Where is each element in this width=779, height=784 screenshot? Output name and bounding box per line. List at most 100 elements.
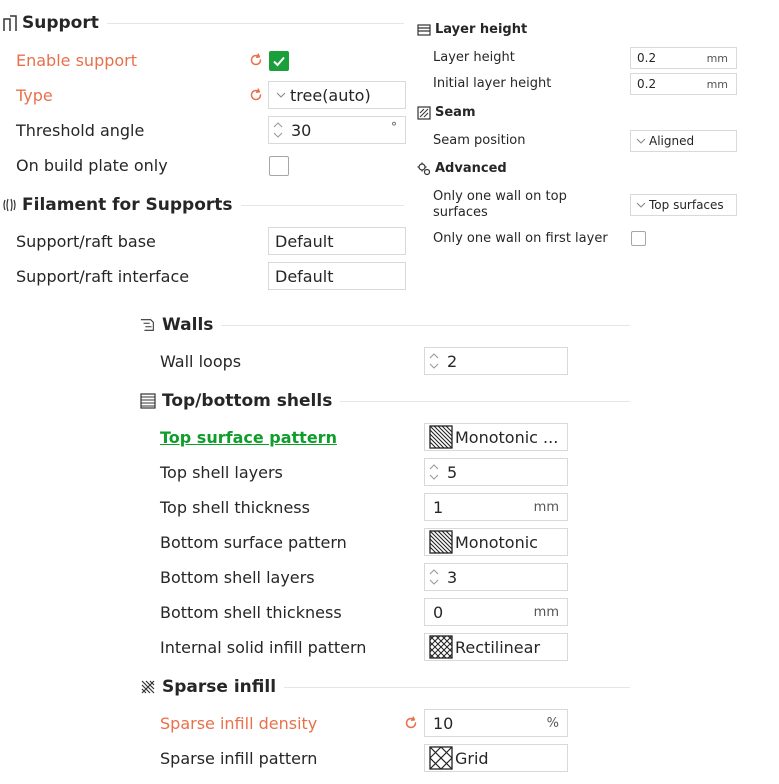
threshold-angle-input[interactable]: 30 ° (268, 116, 406, 144)
divider (284, 686, 630, 688)
support-icon (2, 15, 18, 31)
section-title: Support (22, 13, 99, 33)
bottom-shell-layers-value: 3 (447, 567, 458, 587)
initial-layer-height-input[interactable]: 0.2 mm (630, 73, 737, 95)
only-one-wall-first-layer-label: Only one wall on first layer (433, 231, 608, 246)
bottom-shell-layers-input[interactable]: 3 (424, 563, 568, 591)
support-raft-interface-value: Default (275, 266, 334, 286)
seam-icon (417, 105, 431, 120)
unit-label: ° (391, 120, 397, 134)
sparse-infill-density-value: 10 (433, 713, 454, 733)
section-title: Filament for Supports (22, 195, 233, 215)
support-raft-base-label: Support/raft base (16, 232, 156, 251)
filament-icon (2, 197, 18, 213)
bottom-shell-thickness-value: 0 (433, 602, 444, 622)
support-raft-base-select[interactable]: Default (268, 227, 406, 255)
bottom-shell-layers-label: Bottom shell layers (160, 568, 315, 587)
chevron-down-icon (636, 202, 646, 208)
layer-height-icon (417, 23, 431, 37)
unit-label: mm (706, 77, 728, 91)
threshold-angle-value: 30 (291, 120, 312, 140)
top-shell-layers-value: 5 (447, 462, 458, 482)
stepper-icon[interactable] (427, 568, 443, 586)
type-label: Type (16, 86, 53, 105)
unit-label: mm (533, 604, 559, 620)
top-surface-pattern-label[interactable]: Top surface pattern (160, 428, 337, 447)
walls-icon (140, 317, 156, 333)
unit-label: mm (706, 51, 728, 65)
section-layer-height: Layer height (417, 22, 739, 37)
internal-solid-infill-pattern-select[interactable]: Rectilinear (424, 633, 568, 661)
type-select[interactable]: tree(auto) (268, 81, 406, 109)
wall-loops-input[interactable]: 2 (424, 347, 568, 375)
enable-support-checkbox[interactable] (269, 51, 289, 71)
bottom-surface-pattern-label: Bottom surface pattern (160, 533, 347, 552)
layer-height-label: Layer height (433, 50, 515, 65)
top-surface-pattern-select[interactable]: Monotonic ... (424, 423, 568, 451)
bottom-surface-pattern-value: Monotonic (455, 532, 538, 552)
only-one-wall-top-label-line2: surfaces (433, 205, 488, 220)
divider (340, 400, 630, 402)
divider (106, 22, 404, 24)
support-raft-interface-select[interactable]: Default (268, 262, 406, 290)
stepper-icon[interactable] (427, 463, 443, 481)
type-value: tree(auto) (290, 85, 371, 105)
bottom-surface-pattern-select[interactable]: Monotonic (424, 528, 568, 556)
bottom-shell-thickness-input[interactable]: 0 mm (424, 598, 568, 626)
section-title: Walls (162, 315, 214, 335)
top-shell-thickness-value: 1 (433, 497, 444, 517)
shells-icon (140, 393, 156, 409)
threshold-angle-label: Threshold angle (16, 121, 145, 140)
monotonic-pattern-icon (429, 530, 453, 554)
section-title: Advanced (435, 161, 507, 176)
divider (240, 204, 404, 206)
layer-height-input[interactable]: 0.2 mm (630, 47, 737, 69)
initial-layer-height-label: Initial layer height (433, 76, 552, 91)
stepper-icon[interactable] (427, 352, 443, 370)
unit-label: % (546, 715, 559, 731)
wall-loops-value: 2 (447, 351, 458, 371)
support-raft-base-value: Default (275, 231, 334, 251)
monotonic-pattern-icon (429, 425, 453, 449)
infill-icon (140, 679, 156, 695)
section-support: Support (2, 13, 404, 33)
sparse-infill-density-input[interactable]: 10 % (424, 709, 568, 737)
gear-icon (417, 162, 431, 176)
section-title: Sparse infill (162, 677, 277, 697)
sparse-infill-pattern-select[interactable]: Grid (424, 744, 568, 772)
only-one-wall-top-select[interactable]: Top surfaces (630, 194, 737, 216)
top-shell-thickness-input[interactable]: 1 mm (424, 493, 568, 521)
grid-pattern-icon (429, 746, 453, 770)
top-shell-layers-input[interactable]: 5 (424, 458, 568, 486)
chevron-down-icon (276, 92, 286, 98)
top-surface-pattern-value: Monotonic ... (455, 427, 559, 447)
sparse-infill-density-label: Sparse infill density (160, 714, 318, 733)
only-one-wall-top-value: Top surfaces (649, 198, 724, 212)
section-seam: Seam (417, 105, 739, 120)
internal-solid-infill-pattern-label: Internal solid infill pattern (160, 638, 367, 657)
reset-icon[interactable] (403, 715, 419, 731)
only-one-wall-top-label-line1: Only one wall on top (433, 189, 567, 204)
seam-position-select[interactable]: Aligned (630, 130, 737, 152)
only-one-wall-first-layer-checkbox[interactable] (631, 231, 646, 246)
layer-height-value: 0.2 (637, 51, 657, 65)
section-advanced: Advanced (417, 161, 739, 176)
on-build-plate-only-checkbox[interactable] (269, 156, 289, 176)
stepper-icon[interactable] (271, 121, 287, 139)
checkmark-icon (273, 56, 285, 67)
sparse-infill-pattern-value: Grid (455, 748, 489, 768)
top-shell-layers-label: Top shell layers (160, 463, 283, 482)
initial-layer-height-value: 0.2 (637, 77, 657, 91)
reset-icon[interactable] (248, 87, 264, 103)
rectilinear-pattern-icon (429, 635, 453, 659)
divider (221, 324, 630, 326)
on-build-plate-only-label: On build plate only (16, 156, 168, 175)
sparse-infill-pattern-label: Sparse infill pattern (160, 749, 318, 768)
enable-support-label: Enable support (16, 51, 138, 70)
reset-icon[interactable] (248, 52, 264, 68)
unit-label: mm (533, 499, 559, 515)
seam-position-value: Aligned (649, 134, 695, 148)
internal-solid-infill-pattern-value: Rectilinear (455, 637, 541, 657)
top-shell-thickness-label: Top shell thickness (160, 498, 310, 517)
chevron-down-icon (636, 138, 646, 144)
